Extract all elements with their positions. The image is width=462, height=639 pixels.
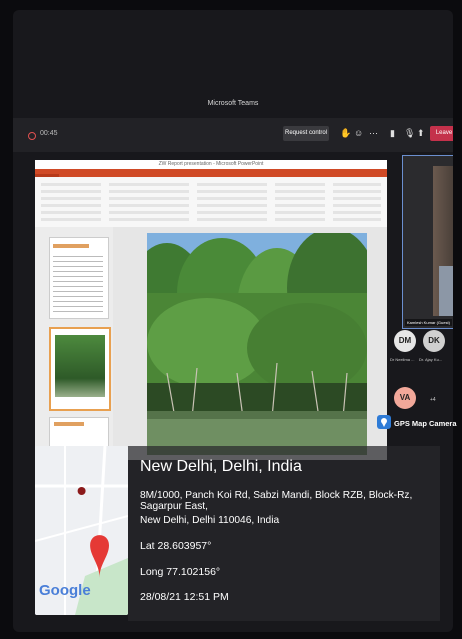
capture-datetime: 28/08/21 12:51 PM [140, 591, 229, 603]
leave-button[interactable]: Leave [430, 126, 453, 141]
ribbon-group [41, 183, 101, 221]
address-line-2: New Delhi, Delhi 110046, India [140, 515, 280, 526]
presenter-video-tile[interactable]: Kamlesh Kumar (Guest) [402, 155, 453, 329]
participant-avatar-dk[interactable]: DK [423, 330, 445, 352]
participant-avatar-dm[interactable]: DM [394, 330, 416, 352]
ribbon-group [197, 183, 267, 221]
ppt-ribbon-tabs [35, 169, 387, 182]
slide-thumbnail[interactable] [49, 237, 109, 319]
recording-icon [28, 132, 36, 140]
location-place: New Delhi, Delhi, India [140, 458, 302, 475]
ppt-ribbon [35, 177, 387, 228]
more-options-icon[interactable]: ⋯ [369, 128, 378, 139]
mic-icon[interactable]: 🎙 [404, 128, 415, 139]
raise-hand-icon[interactable]: ✋ [340, 128, 351, 139]
ribbon-group [275, 183, 325, 221]
slide-thumbnail-selected[interactable] [49, 327, 111, 411]
ribbon-group [333, 183, 381, 221]
gps-info-overlay: New Delhi, Delhi, India 8M/1000, Panch K… [128, 446, 440, 621]
avatar-initials: DK [428, 336, 440, 345]
slide-mangrove-photo [147, 233, 367, 455]
teams-window-title: Microsoft Teams [207, 100, 259, 107]
reactions-icon[interactable]: ☺ [354, 128, 363, 138]
more-participants-count[interactable]: +4 [430, 397, 436, 403]
presenter-name: Kamlesh Kumar (Guest) [405, 319, 452, 326]
avatar-initials: DM [398, 336, 412, 345]
latitude: Lat 28.603957° [140, 540, 212, 552]
share-icon[interactable]: ⬆ [417, 128, 425, 139]
participant-avatar-va[interactable]: VA [394, 387, 416, 409]
thumbnail-text [53, 252, 103, 312]
presenter-shirt [439, 266, 453, 316]
request-control-button[interactable]: Request control [283, 126, 329, 141]
avatar-initials: VA [399, 393, 411, 402]
thumbnail-heading [53, 244, 89, 248]
slide-canvas-area [113, 227, 387, 460]
ppt-title-bar: ZW Report presentation - Microsoft Power… [35, 160, 387, 169]
gps-pin-icon [381, 418, 387, 427]
ribbon-group [109, 183, 189, 221]
location-map-thumbnail: Google [35, 446, 128, 615]
thumbnail-heading [54, 422, 84, 426]
mangrove-forest-image [147, 233, 367, 455]
call-timer: 00:45 [40, 130, 58, 137]
longitude: Long 77.102156° [140, 566, 221, 578]
shared-powerpoint-window: ZW Report presentation - Microsoft Power… [35, 160, 387, 460]
camera-icon[interactable]: ▮ [390, 128, 395, 139]
google-logo: Google [39, 582, 91, 599]
gps-app-name: GPS Map Camera [394, 419, 457, 428]
participant-label: Dr. Ajay Ku... [419, 357, 443, 362]
thumbnail-image [55, 335, 105, 397]
gps-map-camera-icon [377, 415, 391, 429]
participant-label: Dr Neelima ... [390, 357, 415, 362]
address-line-1: 8M/1000, Panch Koi Rd, Sabzi Mandi, Bloc… [140, 490, 413, 512]
teams-toolbar: 00:45 Request control ✋ ☺ ⋯ ▮ 🎙 ⬆ Leave [13, 118, 453, 152]
slide-thumbnails-pane [35, 227, 113, 460]
